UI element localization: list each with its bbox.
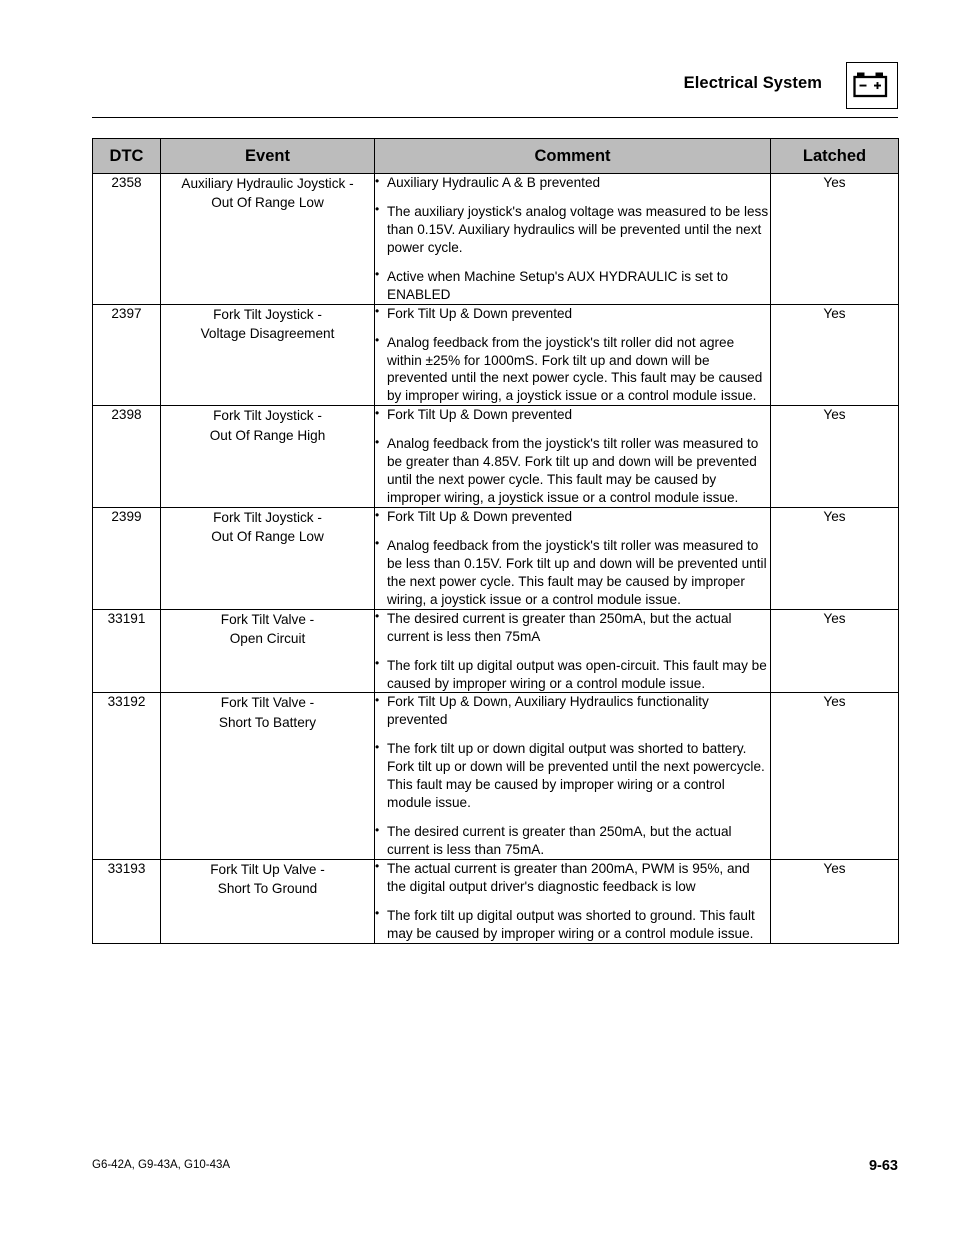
cell-dtc: 33193	[92, 858, 161, 944]
event-line: Short To Ground	[217, 881, 318, 897]
comment-bullet: Fork Tilt Up & Down, Auxiliary Hydraulic…	[375, 693, 770, 729]
comment-bullet: The desired current is greater than 250m…	[375, 609, 770, 646]
comment-bullet: The desired current is greater than 250m…	[375, 823, 770, 859]
comment-bullet-list: Auxiliary Hydraulic A & B prevented The a…	[375, 174, 770, 304]
cell-comment: Fork Tilt Up & Down, Auxiliary Hydraulic…	[374, 692, 771, 860]
cell-comment: Fork Tilt Up & Down prevented Analog feed…	[374, 507, 771, 610]
comment-bullet: Fork Tilt Up & Down prevented	[375, 508, 770, 526]
column-header-latched: Latched	[770, 138, 899, 174]
table-body: 2358 Auxiliary Hydraulic Joystick - Out Of…	[92, 173, 899, 944]
column-header-dtc: DTC	[92, 138, 161, 174]
cell-latched: Yes	[770, 692, 899, 860]
cell-event: Auxiliary Hydraulic Joystick - Out Of Ran…	[160, 173, 375, 305]
comment-bullet: Analog feedback from the joystick's tilt…	[375, 333, 770, 406]
event-line: Out Of Range Low	[211, 195, 324, 211]
event-line: Fork Tilt Valve -	[220, 695, 315, 711]
event-line: Fork Tilt Up Valve -	[210, 861, 325, 877]
event-line: Short To Battery	[218, 714, 317, 730]
battery-icon	[846, 62, 898, 109]
event-line: Fork Tilt Joystick -	[213, 408, 322, 424]
cell-event: Fork Tilt Joystick - Out Of Range High	[160, 405, 375, 508]
table-row: 33193 Fork Tilt Up Valve - Short To Ground…	[92, 858, 899, 944]
event-line: Fork Tilt Joystick -	[213, 510, 322, 525]
cell-latched: Yes	[770, 507, 899, 610]
cell-event: Fork Tilt Valve - Short To Battery	[160, 692, 375, 860]
comment-bullet: The auxiliary joystick's analog voltage …	[375, 202, 770, 257]
cell-latched: Yes	[770, 405, 899, 508]
comment-bullet: Fork Tilt Up & Down prevented	[375, 406, 770, 424]
table-row: 2358 Auxiliary Hydraulic Joystick - Out Of…	[92, 173, 899, 305]
cell-latched: Yes	[770, 858, 899, 944]
dtc-fault-code-table: DTC Event Comment Latched 2358 Auxiliary …	[92, 138, 899, 944]
comment-bullet: Fork Tilt Up & Down prevented	[375, 304, 770, 323]
comment-bullet-list: Fork Tilt Up & Down prevented Analog feed…	[375, 304, 770, 406]
comment-bullet: The fork tilt up digital output was shor…	[375, 906, 770, 943]
table-row: 2398 Fork Tilt Joystick - Out Of Range Hig…	[92, 405, 899, 508]
cell-dtc: 33192	[92, 692, 161, 860]
event-line: Voltage Disagreement	[200, 325, 335, 341]
cell-dtc: 2399	[92, 507, 161, 610]
table-row: 33192Fork Tilt Valve -Short To BatteryFo…	[92, 692, 899, 860]
comment-bullet: The fork tilt up digital output was open…	[375, 656, 770, 693]
cell-dtc: 2398	[92, 405, 161, 508]
table-header-row: DTC Event Comment Latched	[92, 138, 899, 174]
cell-dtc: 33191	[92, 608, 161, 694]
event-line: Out Of Range Low	[211, 529, 324, 545]
event-line: Fork Tilt Joystick -	[213, 306, 322, 322]
header-divider	[92, 117, 898, 118]
comment-bullet-list: Fork Tilt Up & Down prevented Analog feed…	[375, 508, 770, 609]
cell-event: Fork Tilt Joystick - Out Of Range Low	[160, 507, 375, 610]
comment-bullet: The fork tilt up or down digital output …	[375, 740, 770, 812]
page-title: Electrical System	[683, 74, 822, 92]
comment-bullet-list: The desired current is greater than 250m…	[375, 609, 770, 693]
event-line: Auxiliary Hydraulic Joystick -	[181, 176, 354, 191]
cell-event: Fork Tilt Valve - Open Circuit	[160, 608, 375, 694]
cell-latched: Yes	[770, 608, 899, 694]
table-row: 2397 Fork Tilt Joystick - Voltage Disagree…	[92, 303, 899, 407]
cell-event: Fork Tilt Joystick - Voltage Disagreement	[160, 303, 375, 407]
cell-latched: Yes	[770, 303, 899, 407]
event-line: Fork Tilt Valve -	[220, 611, 315, 627]
cell-event: Fork Tilt Up Valve - Short To Ground	[160, 858, 375, 944]
cell-dtc: 2397	[92, 303, 161, 407]
column-header-event: Event	[160, 138, 375, 174]
comment-bullet-list: The actual current is greater than 200mA…	[375, 859, 770, 943]
comment-bullet-list: Fork Tilt Up & Down, Auxiliary Hydraulic…	[375, 693, 770, 859]
footer-model-numbers: G6-42A, G9-43A, G10-43A	[92, 1159, 231, 1171]
comment-bullet: Auxiliary Hydraulic A & B prevented	[375, 174, 770, 192]
comment-bullet: Analog feedback from the joystick's tilt…	[375, 435, 770, 507]
comment-bullet: Analog feedback from the joystick's tilt…	[375, 536, 770, 609]
comment-bullet-list: Fork Tilt Up & Down prevented Analog feed…	[375, 406, 770, 507]
page-header: Electrical System	[92, 62, 898, 110]
comment-bullet: Active when Machine Setup's AUX HYDRAULI…	[375, 267, 770, 304]
table-row: 2399 Fork Tilt Joystick - Out Of Range Low…	[92, 507, 899, 610]
cell-comment: The actual current is greater than 200mA…	[374, 858, 771, 944]
cell-comment: The desired current is greater than 250m…	[374, 608, 771, 694]
footer-page-number: 9-63	[868, 1158, 898, 1174]
cell-comment: Fork Tilt Up & Down prevented Analog feed…	[374, 303, 771, 407]
event-line: Out Of Range High	[209, 427, 326, 443]
event-line: Open Circuit	[229, 630, 306, 646]
cell-latched: Yes	[770, 173, 899, 305]
table-row: 33191 Fork Tilt Valve - Open Circuit The de…	[92, 608, 899, 694]
comment-bullet: The actual current is greater than 200mA…	[375, 859, 770, 896]
page-footer: G6-42A, G9-43A, G10-43A 9-63	[92, 1158, 898, 1179]
column-header-comment: Comment	[374, 138, 771, 174]
cell-dtc: 2358	[92, 173, 161, 305]
cell-comment: Auxiliary Hydraulic A & B prevented The a…	[374, 173, 771, 305]
cell-comment: Fork Tilt Up & Down prevented Analog feed…	[374, 405, 771, 508]
